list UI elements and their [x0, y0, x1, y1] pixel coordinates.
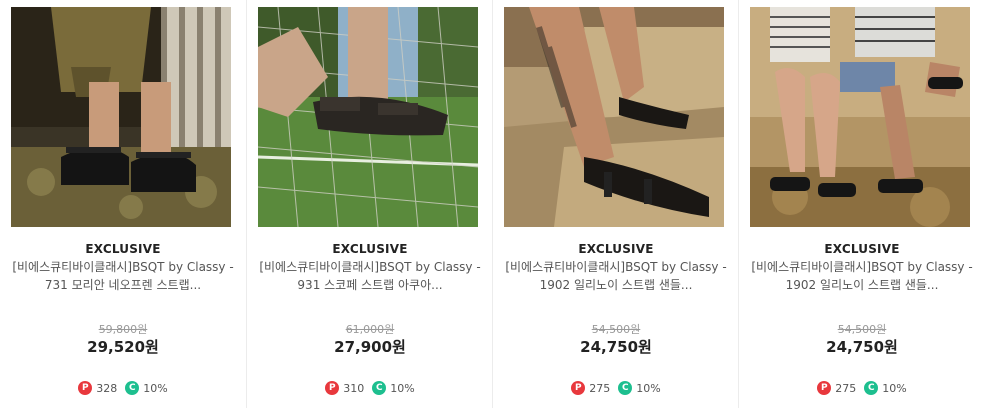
- reward-info: P 275 C 10%: [493, 381, 739, 395]
- sale-price: 24,750원: [580, 338, 652, 356]
- original-price: 54,500원: [591, 323, 641, 336]
- product-name[interactable]: [비에스큐티바이클래시]BSQT by Classy - 1902 일리노이 스…: [749, 258, 975, 294]
- product-name-line1: [비에스큐티바이클래시]BSQT by Classy -: [259, 260, 481, 274]
- reward-info: P 310 C 10%: [247, 381, 493, 395]
- exclusive-badge: EXCLUSIVE: [332, 242, 408, 256]
- point-icon: P: [817, 381, 832, 395]
- sale-price: 29,520원: [87, 338, 159, 356]
- exclusive-badge: EXCLUSIVE: [824, 242, 900, 256]
- point-amount: 328: [96, 381, 118, 395]
- product-name-line1: [비에스큐티바이클래시]BSQT by Classy -: [505, 260, 727, 274]
- exclusive-badge: EXCLUSIVE: [578, 242, 654, 256]
- product-name-line2: 1902 일리노이 스트랩 샌들...: [539, 278, 693, 292]
- cashback-rate: 10%: [636, 381, 661, 395]
- cashback-icon: C: [125, 381, 140, 395]
- point-icon: P: [571, 381, 586, 395]
- product-card[interactable]: EXCLUSIVE [비에스큐티바이클래시]BSQT by Classy - 9…: [246, 0, 492, 408]
- point-amount: 275: [835, 381, 857, 395]
- point-amount: 275: [589, 381, 611, 395]
- original-price: 59,800원: [98, 323, 148, 336]
- cashback-icon: C: [372, 381, 387, 395]
- cashback-rate: 10%: [882, 381, 907, 395]
- original-price: 61,000원: [345, 323, 395, 336]
- product-name-line2: 931 스코페 스트랩 아쿠아...: [297, 278, 443, 292]
- sale-price: 24,750원: [826, 338, 898, 356]
- product-image[interactable]: [504, 7, 724, 227]
- product-card[interactable]: EXCLUSIVE [비에스큐티바이클래시]BSQT by Classy - 1…: [738, 0, 984, 408]
- point-amount: 310: [343, 381, 365, 395]
- point-icon: P: [325, 381, 340, 395]
- product-name[interactable]: [비에스큐티바이클래시]BSQT by Classy - 931 스코페 스트랩…: [257, 258, 483, 294]
- cashback-icon: C: [618, 381, 633, 395]
- product-card[interactable]: EXCLUSIVE [비에스큐티바이클래시]BSQT by Classy - 7…: [0, 0, 246, 408]
- reward-info: P 275 C 10%: [739, 381, 984, 395]
- product-name-line1: [비에스큐티바이클래시]BSQT by Classy -: [751, 260, 973, 274]
- point-icon: P: [78, 381, 93, 395]
- cashback-icon: C: [864, 381, 879, 395]
- reward-info: P 328 C 10%: [0, 381, 246, 395]
- product-name[interactable]: [비에스큐티바이클래시]BSQT by Classy - 1902 일리노이 스…: [503, 258, 729, 294]
- product-name-line1: [비에스큐티바이클래시]BSQT by Classy -: [12, 260, 234, 274]
- product-name-line2: 731 모리안 네오프렌 스트랩...: [44, 278, 202, 292]
- product-image[interactable]: [258, 7, 478, 227]
- original-price: 54,500원: [837, 323, 887, 336]
- product-name[interactable]: [비에스큐티바이클래시]BSQT by Classy - 731 모리안 네오프…: [10, 258, 236, 294]
- exclusive-badge: EXCLUSIVE: [85, 242, 161, 256]
- product-image[interactable]: [11, 7, 231, 227]
- product-grid: EXCLUSIVE [비에스큐티바이클래시]BSQT by Classy - 7…: [0, 0, 984, 408]
- product-name-line2: 1902 일리노이 스트랩 샌들...: [785, 278, 939, 292]
- cashback-rate: 10%: [143, 381, 168, 395]
- cashback-rate: 10%: [390, 381, 415, 395]
- product-image[interactable]: [750, 7, 970, 227]
- product-card[interactable]: EXCLUSIVE [비에스큐티바이클래시]BSQT by Classy - 1…: [492, 0, 738, 408]
- sale-price: 27,900원: [334, 338, 406, 356]
